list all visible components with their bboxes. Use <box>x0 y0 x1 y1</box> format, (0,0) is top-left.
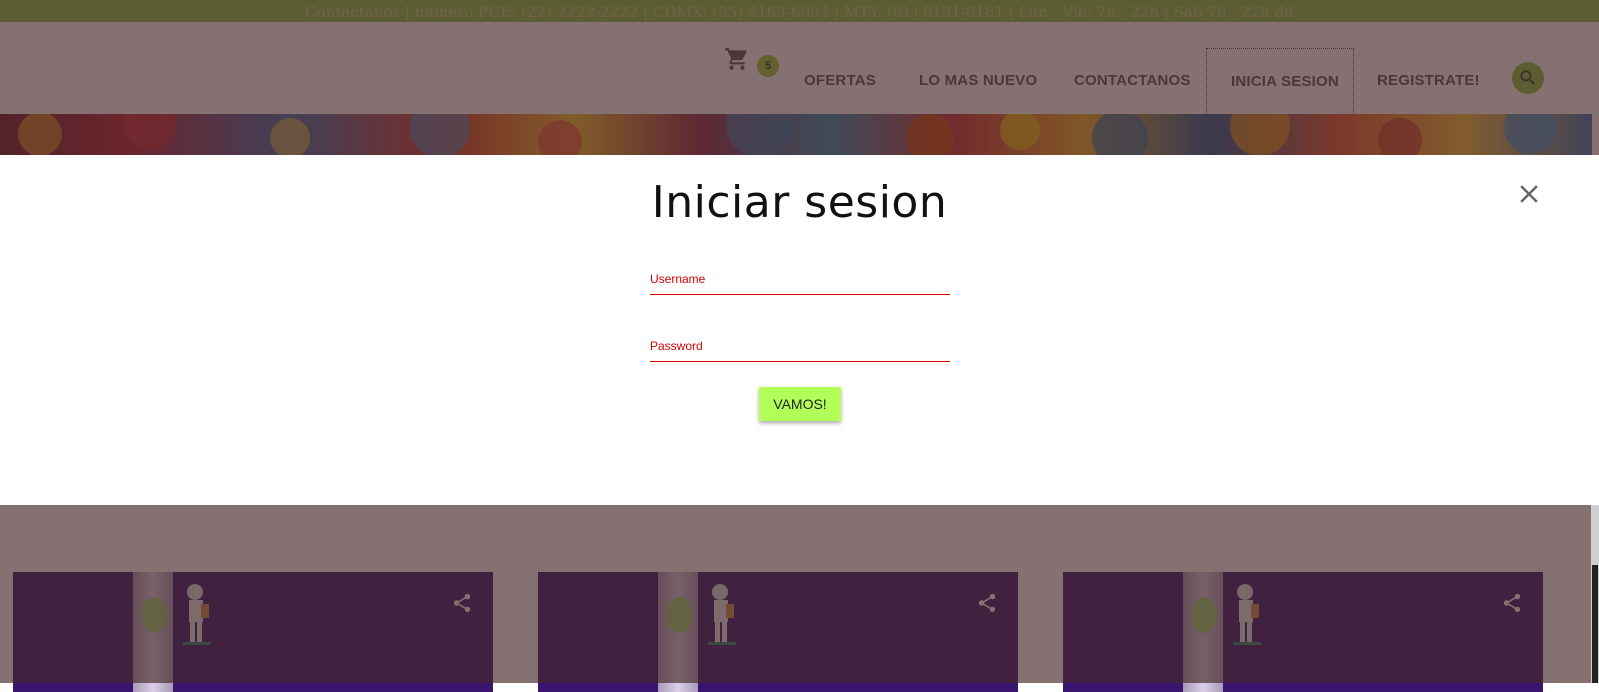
product-card[interactable] <box>13 572 493 692</box>
contact-info-text: Contactanos | numero PUE: (22) 2222-2222… <box>305 3 1294 21</box>
card-image-glow <box>666 597 692 633</box>
share-icon[interactable] <box>451 592 473 614</box>
share-icon[interactable] <box>976 592 998 614</box>
nav-ofertas[interactable]: OFERTAS <box>780 48 900 114</box>
astronaut-illustration <box>708 584 736 645</box>
password-input[interactable] <box>650 339 950 361</box>
cart-count-badge: 5 <box>757 55 779 77</box>
share-icon[interactable] <box>1501 592 1523 614</box>
username-input[interactable] <box>650 272 950 294</box>
search-button[interactable] <box>1512 62 1544 94</box>
nav-contactanos[interactable]: CONTACTANOS <box>1050 48 1215 114</box>
astronaut-illustration <box>1233 584 1261 645</box>
card-image-glow <box>1191 597 1217 633</box>
search-icon <box>1520 70 1536 86</box>
scrollbar-thumb[interactable] <box>1592 565 1598 683</box>
username-field[interactable]: Username <box>650 272 950 295</box>
nav-registrate[interactable]: REGISTRATE! <box>1353 48 1504 114</box>
nav-inicia-sesion[interactable]: INICIA SESION <box>1206 48 1354 114</box>
decorative-banner <box>0 114 1592 156</box>
modal-title: Iniciar sesion <box>651 177 948 228</box>
astronaut-illustration <box>183 584 211 645</box>
product-card[interactable] <box>1063 572 1543 692</box>
product-card[interactable] <box>538 572 1018 692</box>
shopping-cart-icon[interactable] <box>724 46 750 72</box>
product-grid <box>0 505 1599 692</box>
site-header: 5 OFERTAS LO MAS NUEVO CONTACTANOS INICI… <box>0 22 1599 114</box>
submit-button[interactable]: VAMOS! <box>759 387 841 421</box>
nav-lo-mas-nuevo[interactable]: LO MAS NUEVO <box>895 48 1061 114</box>
card-image-glow <box>141 597 167 633</box>
close-icon <box>1520 185 1538 203</box>
password-field[interactable]: Password <box>650 339 950 362</box>
login-modal: Iniciar sesion Username Password VAMOS! <box>0 155 1599 505</box>
contact-info-bar: Contactanos | numero PUE: (22) 2222-2222… <box>0 0 1599 22</box>
close-button[interactable] <box>1514 179 1544 209</box>
